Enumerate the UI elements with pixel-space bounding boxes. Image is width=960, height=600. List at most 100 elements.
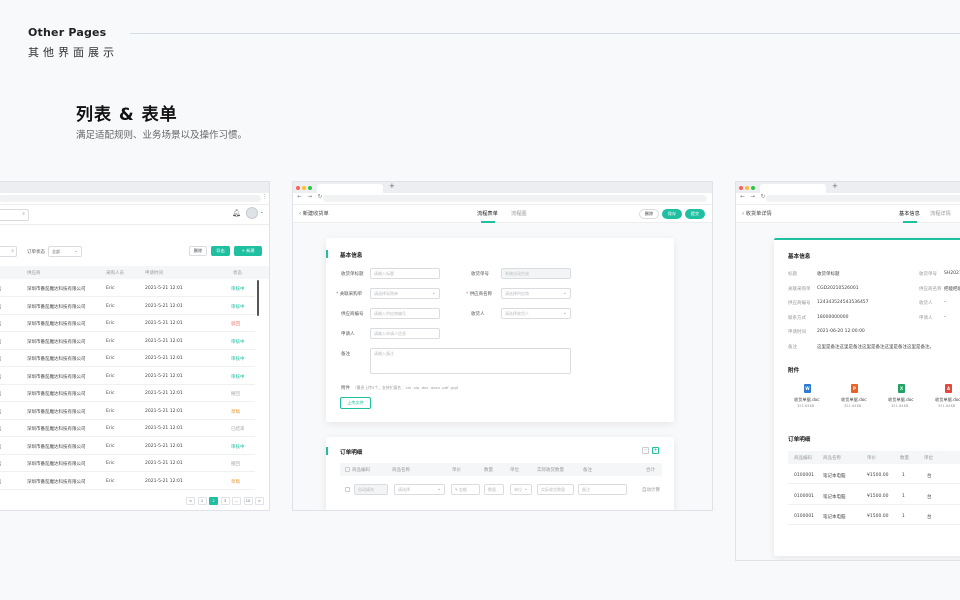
page-button[interactable]: 2 (209, 497, 218, 505)
plus-icon[interactable]: + (832, 182, 838, 190)
table-row[interactable]: 告 深圳市番茄魔达科技有限公司 Eric 2021-5-21 12:01 已结束 (0, 420, 255, 437)
table-row[interactable]: 告 深圳市番茄魔达科技有限公司 Eric 2021-5-21 12:01 草稿 (0, 473, 255, 490)
more-icon[interactable]: ⋮ (262, 194, 269, 200)
table-row[interactable]: 告 深圳市番茄魔达科技有限公司 Eric 2021-5-21 12:01 撤回 (0, 385, 255, 402)
row-note-input[interactable]: 备注 (578, 484, 627, 495)
cell-supplier: 深圳市番茄魔达科技有限公司 (27, 304, 86, 310)
row-checkbox[interactable] (345, 487, 350, 492)
export-button[interactable]: 导出 (211, 246, 230, 256)
submit-button[interactable]: 提交 (685, 209, 705, 219)
actual-qty-input[interactable]: 实际收货数量 (537, 484, 574, 495)
unit-select[interactable]: 单位 ⌄ (510, 484, 532, 495)
plus-icon[interactable]: + (652, 447, 659, 454)
table-row[interactable]: 0100001 笔记本电脑 ¥1500.00 1 台 (788, 464, 960, 484)
browser-tab[interactable] (760, 184, 826, 193)
browser-tab[interactable] (317, 184, 383, 193)
note-textarea[interactable]: 请输入备注 (370, 348, 571, 374)
close-dot[interactable] (739, 186, 743, 190)
file-name[interactable]: 收货单据.doc (935, 397, 960, 403)
upload-button[interactable]: 上传文件 (340, 397, 371, 409)
page-button[interactable]: 3 (220, 497, 230, 505)
file-icon[interactable]: A (945, 384, 952, 393)
col-time: 申请时间 (145, 271, 163, 276)
table-row[interactable]: 0100001 笔记本电脑 ¥1500.00 1 台 (788, 485, 960, 505)
status-select-value: 全部 (52, 249, 60, 254)
file-icon[interactable]: X (898, 384, 905, 393)
tab-flow-detail[interactable]: 流程详情 (930, 210, 951, 217)
code-input[interactable]: 自动填充 (354, 484, 388, 495)
minimize-dot[interactable] (302, 186, 306, 190)
cell-name: 笔记本电脑 (823, 474, 846, 479)
table-row[interactable]: 告 深圳市番茄魔达科技有限公司 Eric 2021-5-21 12:01 撤回 (0, 455, 255, 472)
bell-icon[interactable]: 🔔︎ (232, 209, 241, 217)
delete-button[interactable]: 删除 (189, 246, 207, 256)
tab-flow[interactable]: 流程图 (511, 210, 527, 217)
file-icon[interactable]: W (804, 384, 811, 393)
receiver-select[interactable]: 请选择收货人 ⌄ (501, 308, 571, 319)
filter-input[interactable]: ⌕ (0, 246, 17, 257)
page-button[interactable]: ... (232, 497, 241, 505)
table-row[interactable]: 告 深圳市番茄魔达科技有限公司 Eric 2021-5-21 12:01 审核中 (0, 280, 255, 297)
page-button[interactable]: 10 (243, 497, 253, 505)
maximize-dot[interactable] (751, 186, 755, 190)
scrollbar[interactable] (257, 280, 259, 316)
minimize-dot[interactable] (745, 186, 749, 190)
search-input[interactable]: ⌕ (0, 209, 29, 221)
new-button[interactable]: + 新建 (234, 246, 262, 256)
delete-button[interactable]: 删除 (639, 209, 659, 219)
page-button[interactable]: < (186, 497, 195, 505)
status-badge: 草稿 (231, 479, 240, 485)
file-name[interactable]: 收货单据.doc (888, 397, 914, 403)
title-input[interactable]: 请输入标题 (370, 268, 440, 279)
table-row[interactable]: 告 深圳市番茄魔达科技有限公司 Eric 2021-5-21 12:01 草稿 (0, 403, 255, 420)
table-row[interactable]: 0100001 笔记本电脑 ¥1500.00 1 台 (788, 505, 960, 525)
back-link[interactable]: ‹ 收货单详情 (742, 210, 772, 217)
placeholder: 单位 (514, 487, 522, 492)
price-input[interactable]: ¥ 金额 (451, 484, 480, 495)
file-name[interactable]: 收货单据.doc (794, 397, 820, 403)
nav-arrows-icon[interactable]: ← → ↻ (297, 194, 324, 200)
tab-basic[interactable]: 基本信息 (899, 210, 920, 217)
chevron-down-icon[interactable]: ⌄ (260, 210, 264, 215)
table-row[interactable]: 告 深圳市番茄魔达科技有限公司 Eric 2021-5-21 12:01 审核中 (0, 333, 255, 350)
save-button[interactable]: 保存 (662, 209, 682, 219)
page-button[interactable]: > (255, 497, 264, 505)
tab-form[interactable]: 流程表单 (477, 210, 498, 217)
field-value: 把能把能 (944, 286, 960, 292)
order-no-input[interactable]: 系统自动生成 (501, 268, 571, 279)
url-bar[interactable] (0, 195, 261, 202)
table-row[interactable]: 告 深圳市番茄魔达科技有限公司 Eric 2021-5-21 12:01 审核中 (0, 350, 255, 367)
table-row[interactable]: 告 深圳市番茄魔达科技有限公司 Eric 2021-5-21 12:01 审核中 (0, 298, 255, 315)
status-select[interactable]: 全部 ⌄ (48, 246, 82, 257)
page-button[interactable]: 1 (197, 497, 207, 505)
row-edge: 告 (0, 321, 2, 327)
detail-order-header: 商品编码 商品名称 单价 数量 单位 合 (788, 451, 960, 464)
field-key: 备注 (788, 344, 797, 350)
back-link[interactable]: ‹ 新建收货单 (299, 210, 329, 217)
file-name[interactable]: 收货单据.doc (841, 397, 867, 403)
file-icon[interactable]: P (851, 384, 858, 393)
plus-icon[interactable]: + (389, 182, 395, 190)
applicant-input[interactable]: 请输入申请人信息 (370, 328, 440, 339)
supplier-no-input[interactable]: 请输入供应商编号 (370, 308, 440, 319)
field-value: 18000000000 (817, 314, 849, 320)
close-dot[interactable] (296, 186, 300, 190)
table-row[interactable]: 告 深圳市番茄魔达科技有限公司 Eric 2021-5-21 12:01 驳回 (0, 315, 255, 332)
nav-arrows-icon[interactable]: ← → ↻ (740, 194, 767, 200)
qty-input[interactable]: 数量 (484, 484, 504, 495)
po-select[interactable]: 请选择采购单 ⌄ (370, 288, 440, 299)
select-all-checkbox[interactable] (345, 467, 350, 472)
avatar[interactable] (246, 207, 258, 219)
product-select[interactable]: 请选择 ⌄ (394, 484, 445, 495)
row-edge: 告 (0, 444, 2, 450)
file-size: 351.64KB (938, 404, 956, 408)
url-bar[interactable] (766, 195, 960, 202)
field-label: 备注 (341, 352, 350, 357)
table-row[interactable]: 告 深圳市番茄魔达科技有限公司 Eric 2021-5-21 12:01 审核中 (0, 368, 255, 385)
url-bar[interactable] (323, 195, 707, 202)
minus-icon[interactable]: − (642, 447, 649, 454)
maximize-dot[interactable] (308, 186, 312, 190)
supplier-select[interactable]: 请选择供应商 ⌄ (501, 288, 571, 299)
table-row[interactable]: 告 深圳市番茄魔达科技有限公司 Eric 2021-5-21 12:01 审核中 (0, 438, 255, 455)
field-value: 收货单标题 (817, 272, 840, 277)
